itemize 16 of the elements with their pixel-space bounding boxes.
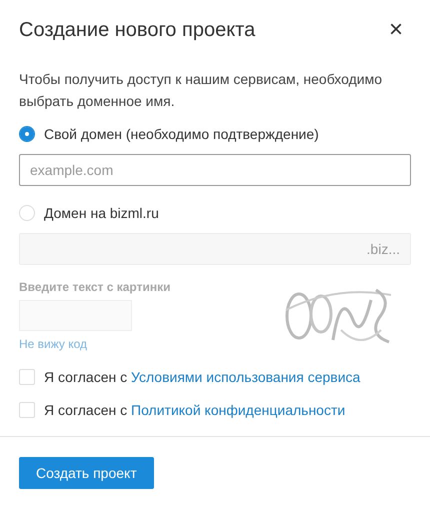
agreement-text: Я согласен с Условиями использования сервиса <box>44 369 360 385</box>
agreement-text: Я согласен с Политикой конфиденциальности <box>44 402 346 418</box>
agreement-link[interactable]: Условиями использования сервиса <box>131 369 360 385</box>
checkbox[interactable] <box>19 369 35 385</box>
radio-label: Домен на bizml.ru <box>44 205 159 221</box>
agreement-link[interactable]: Политикой конфиденциальности <box>131 402 346 418</box>
radio-button[interactable] <box>19 126 35 142</box>
domain-field[interactable]: example.com <box>19 154 411 186</box>
domain-suffix: .biz... <box>366 241 400 257</box>
close-button[interactable]: × <box>380 18 411 42</box>
dialog-title: Создание нового проекта <box>19 18 256 42</box>
intro-text: Чтобы получить доступ к нашим сервисам, необходимо выбрать доменное имя. <box>19 70 383 111</box>
checkbox[interactable] <box>19 402 35 418</box>
captcha-label: Введите текст с картинки <box>19 280 170 294</box>
radio-label: Свой домен (необходимо подтверждение) <box>44 126 319 142</box>
create-project-button[interactable]: Создать проект <box>19 457 154 489</box>
